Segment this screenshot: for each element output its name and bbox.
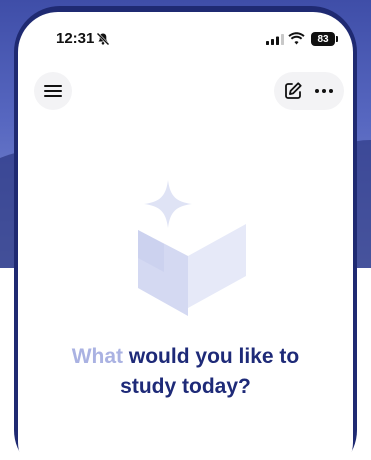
wifi-icon [288,32,305,45]
star-chevron-logo [138,180,246,316]
top-actions-group [274,72,344,110]
cellular-signal-icon [266,34,284,45]
hamburger-menu-icon [44,85,62,97]
prompt-line-1: What would you like to [18,342,353,372]
prompt-faded-word: What [71,345,124,368]
ellipsis-icon[interactable] [312,80,336,102]
compose-icon[interactable] [282,80,304,102]
status-time: 12:31 [56,30,95,47]
study-prompt-heading: What would you like to study today? [18,342,353,402]
battery-cap [336,36,338,42]
battery-level: 83 [317,33,329,45]
prompt-line-1-rest: would you like to [123,345,300,368]
bell-slash-icon [96,32,110,46]
status-bar: 12:31 83 [18,12,353,62]
prompt-line-2: study today? [120,375,251,398]
battery-indicator: 83 [311,32,335,46]
menu-button[interactable] [34,72,72,110]
app-screen: 12:31 83 What would you like to study to… [18,12,353,460]
